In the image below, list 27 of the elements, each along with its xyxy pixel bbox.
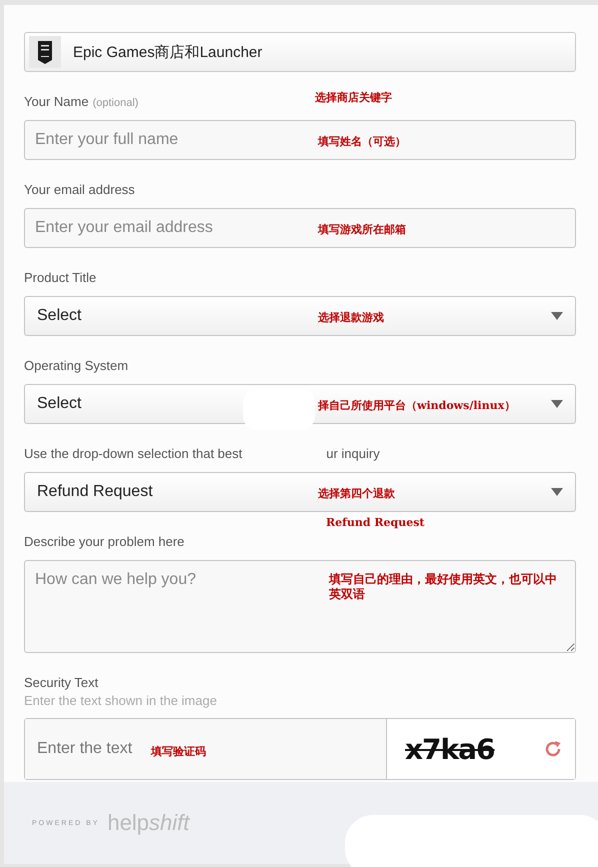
brand-logo: helpshift xyxy=(107,810,190,836)
field-label: Use the drop-down selection that best xyxy=(24,446,242,461)
field-label: Describe your problem here xyxy=(24,534,184,549)
store-selector[interactable]: Epic Games商店和Launcher xyxy=(24,32,576,72)
annotation-note: 填写游戏所在邮箱 xyxy=(318,222,406,237)
annotation-note: 填写验证码 xyxy=(151,744,206,759)
annotation-note: 选择退款游戏 xyxy=(318,310,384,325)
field-label: Product Title xyxy=(24,270,96,285)
hint-text: Enter the text shown in the image xyxy=(24,693,218,708)
store-name: Epic Games商店和Launcher xyxy=(73,42,262,62)
annotation-note: Refund Request xyxy=(326,516,424,529)
field-label: Your Name xyxy=(24,94,89,109)
annotation-note: 填写姓名（可选） xyxy=(318,134,406,149)
annotation-note: 择自己所使用平台（windows/linux） xyxy=(318,398,516,413)
optional-note: (optional) xyxy=(92,97,138,109)
annotation-note: 选择商店关键字 xyxy=(315,90,392,105)
field-label: Operating System xyxy=(24,358,128,373)
annotation-note: 填写自己的理由，最好使用英文，也可以中英双语 xyxy=(329,572,558,602)
refresh-icon[interactable] xyxy=(543,739,563,759)
shield-logo-icon xyxy=(29,36,61,68)
field-label: ur inquiry xyxy=(326,446,380,461)
annotation-note: 选择第四个退款 xyxy=(318,486,395,501)
captcha-text: x7ka6 xyxy=(405,732,495,766)
field-label: Security Text xyxy=(24,675,100,690)
field-label: Your email address xyxy=(24,182,135,197)
caret-icon xyxy=(551,488,563,496)
caret-icon xyxy=(551,312,563,320)
